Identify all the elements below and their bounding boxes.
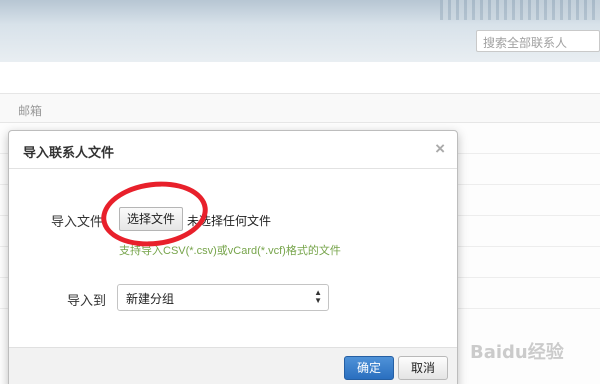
banner-decoration	[440, 0, 600, 20]
group-select[interactable]: 新建分组 ▲ ▼	[117, 284, 329, 311]
select-arrows-icon: ▲ ▼	[314, 288, 322, 305]
watermark: Baidu经验	[470, 342, 564, 363]
list-toolbar	[0, 62, 600, 94]
import-to-label: 导入到	[67, 293, 107, 308]
dialog-header: 导入联系人文件 ×	[9, 131, 457, 169]
cancel-button[interactable]: 取消	[398, 356, 448, 380]
close-icon[interactable]: ×	[435, 140, 445, 157]
dialog-footer: 确定 取消	[9, 347, 457, 384]
import-file-label: 导入文件	[51, 214, 104, 229]
search-input[interactable]: 搜索全部联系人	[476, 30, 600, 52]
group-select-value: 新建分组	[126, 292, 175, 306]
confirm-button[interactable]: 确定	[344, 356, 394, 380]
import-contacts-dialog: 导入联系人文件 × 导入文件 选择文件 未选择任何文件 支持导入CSV(*.cs…	[8, 130, 458, 384]
column-header-email: 邮箱	[0, 94, 600, 123]
header-banner: 搜索全部联系人	[0, 0, 600, 62]
dialog-title: 导入联系人文件	[23, 145, 115, 160]
